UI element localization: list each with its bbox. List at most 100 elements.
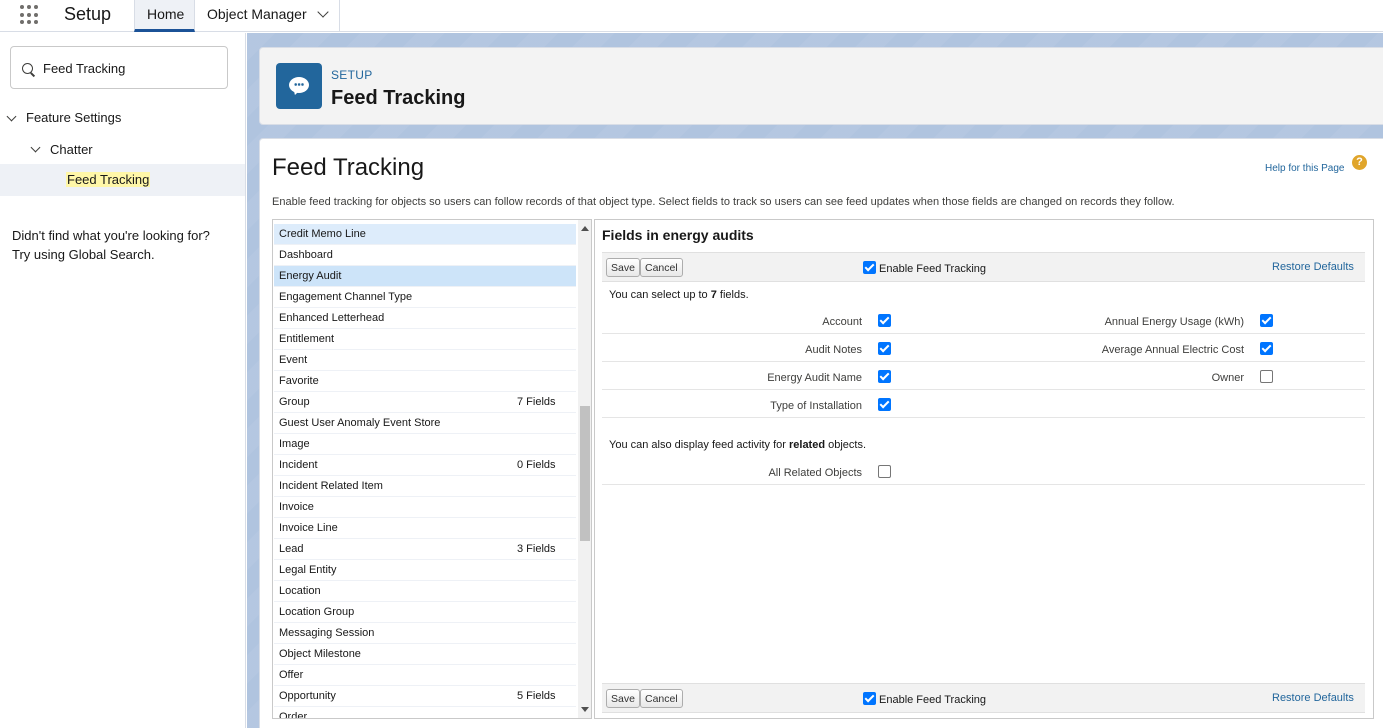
scroll-up-arrow-icon[interactable] <box>581 226 589 231</box>
chevron-down-icon[interactable] <box>316 6 329 18</box>
field-checkbox[interactable] <box>1260 342 1273 355</box>
tree-item-feed-tracking[interactable]: Feed Tracking <box>0 164 245 196</box>
object-list-item[interactable]: Dashboard <box>274 245 576 266</box>
related-note: You can also display feed activity for r… <box>609 439 866 451</box>
object-list-item[interactable]: Order <box>274 707 576 718</box>
object-list-item[interactable]: Opportunity 5 Fields <box>274 686 576 707</box>
all-related-checkbox[interactable] <box>878 465 891 478</box>
object-name: Favorite <box>279 375 319 387</box>
search-help-line: Try using Global Search. <box>12 247 155 262</box>
restore-defaults-link[interactable]: Restore Defaults <box>1272 261 1354 273</box>
object-name: Object Milestone <box>279 648 361 660</box>
select-note-text: fields. <box>716 289 749 301</box>
object-name: Offer <box>279 669 304 681</box>
object-name: Invoice <box>279 501 314 513</box>
object-name: Enhanced Letterhead <box>279 312 385 324</box>
all-related-row: All Related Objects <box>602 457 1365 485</box>
enable-feed-tracking-checkbox[interactable] <box>863 261 876 274</box>
object-name: Dashboard <box>279 249 333 261</box>
object-name: Messaging Session <box>279 627 375 639</box>
help-icon[interactable]: ? <box>1352 155 1367 170</box>
object-list[interactable]: Credit Memo Line Dashboard Energy Audit Eng… <box>272 219 592 719</box>
field-checkbox[interactable] <box>878 342 891 355</box>
field-row: Account Annual Energy Usage (kWh) <box>602 306 1365 334</box>
search-help-line: Didn't find what you're looking for? <box>12 228 210 243</box>
object-list-item[interactable]: Favorite <box>274 371 576 392</box>
object-list-item[interactable]: Incident 0 Fields <box>274 455 576 476</box>
tree-item-chatter[interactable]: Chatter <box>50 142 93 157</box>
object-list-item[interactable]: Offer <box>274 665 576 686</box>
global-header: Setup Home Object Manager <box>0 0 1383 32</box>
save-button[interactable]: Save <box>606 258 640 277</box>
help-link[interactable]: Help for this Page <box>1265 163 1345 174</box>
app-launcher-icon[interactable] <box>19 4 41 26</box>
field-label: Annual Energy Usage (kWh) <box>1104 316 1244 328</box>
cancel-button[interactable]: Cancel <box>640 689 683 708</box>
object-name: Image <box>279 438 310 450</box>
page-header: SETUP Feed Tracking <box>259 47 1383 125</box>
field-count: 7 Fields <box>517 396 556 408</box>
field-checkbox[interactable] <box>1260 370 1273 383</box>
chevron-down-icon[interactable] <box>30 142 41 153</box>
save-button[interactable]: Save <box>606 689 640 708</box>
object-name: Incident Related Item <box>279 480 383 492</box>
object-list-item[interactable]: Invoice <box>274 497 576 518</box>
object-list-item[interactable]: Energy Audit <box>274 266 576 287</box>
object-list-item[interactable]: Messaging Session <box>274 623 576 644</box>
tab-object-manager[interactable]: Object Manager <box>195 0 340 32</box>
object-list-item[interactable]: Location <box>274 581 576 602</box>
object-name: Engagement Channel Type <box>279 291 413 303</box>
scroll-thumb[interactable] <box>580 406 590 541</box>
tab-home[interactable]: Home <box>134 0 195 32</box>
object-list-item[interactable]: Invoice Line <box>274 518 576 539</box>
object-list-item[interactable]: Object Milestone <box>274 644 576 665</box>
object-list-item[interactable]: Location Group <box>274 602 576 623</box>
object-list-item[interactable]: Credit Memo Line <box>274 224 576 245</box>
chevron-down-icon[interactable] <box>6 111 17 122</box>
enable-feed-tracking-label: Enable Feed Tracking <box>879 694 987 706</box>
fields-title: Fields in energy audits <box>602 227 754 243</box>
breadcrumb: SETUP <box>331 68 373 82</box>
field-checkbox[interactable] <box>878 370 891 383</box>
related-note-bold: related <box>788 439 826 451</box>
object-name: Location Group <box>279 606 355 618</box>
field-checkbox[interactable] <box>878 314 891 327</box>
field-label: Energy Audit Name <box>767 372 862 384</box>
quick-find-box[interactable] <box>10 46 228 89</box>
object-list-item[interactable]: Engagement Channel Type <box>274 287 576 308</box>
object-list-item[interactable]: Image <box>274 434 576 455</box>
field-checkbox[interactable] <box>878 398 891 411</box>
field-row: Audit Notes Average Annual Electric Cost <box>602 334 1365 362</box>
object-list-item[interactable]: Lead 3 Fields <box>274 539 576 560</box>
search-icon <box>22 63 33 74</box>
object-list-item[interactable]: Enhanced Letterhead <box>274 308 576 329</box>
field-count: 3 Fields <box>517 543 556 555</box>
field-count: 0 Fields <box>517 459 556 471</box>
object-list-item[interactable]: Legal Entity <box>274 560 576 581</box>
field-label: Average Annual Electric Cost <box>1101 344 1244 356</box>
object-name: Opportunity <box>279 690 336 702</box>
object-list-item[interactable]: Event <box>274 350 576 371</box>
cancel-button[interactable]: Cancel <box>640 258 683 277</box>
field-row: Type of Installation <box>602 390 1365 418</box>
quick-find-input[interactable] <box>43 58 223 78</box>
tree-item-feature-settings[interactable]: Feature Settings <box>26 110 121 125</box>
scrollbar[interactable] <box>578 220 591 718</box>
related-note-text: You can also display feed activity for <box>609 439 789 451</box>
field-checkbox[interactable] <box>1260 314 1273 327</box>
object-list-item[interactable]: Incident Related Item <box>274 476 576 497</box>
setup-sidebar: Feature Settings Chatter Feed Tracking D… <box>0 33 246 728</box>
object-list-item[interactable]: Entitlement <box>274 329 576 350</box>
main-area: SETUP Feed Tracking Feed Tracking Help f… <box>247 33 1383 728</box>
tree-item-label: Feed Tracking <box>66 172 151 187</box>
object-list-item[interactable]: Group 7 Fields <box>274 392 576 413</box>
chat-bubble-icon <box>289 77 309 93</box>
scroll-down-arrow-icon[interactable] <box>581 707 589 712</box>
enable-feed-tracking-checkbox[interactable] <box>863 692 876 705</box>
tab-home-label: Home <box>147 6 185 22</box>
object-name: Location <box>279 585 321 597</box>
restore-defaults-link[interactable]: Restore Defaults <box>1272 692 1354 704</box>
tab-object-manager-label: Object Manager <box>207 6 307 22</box>
object-list-item[interactable]: Guest User Anomaly Event Store <box>274 413 576 434</box>
intro-text: Enable feed tracking for objects so user… <box>272 196 1175 208</box>
